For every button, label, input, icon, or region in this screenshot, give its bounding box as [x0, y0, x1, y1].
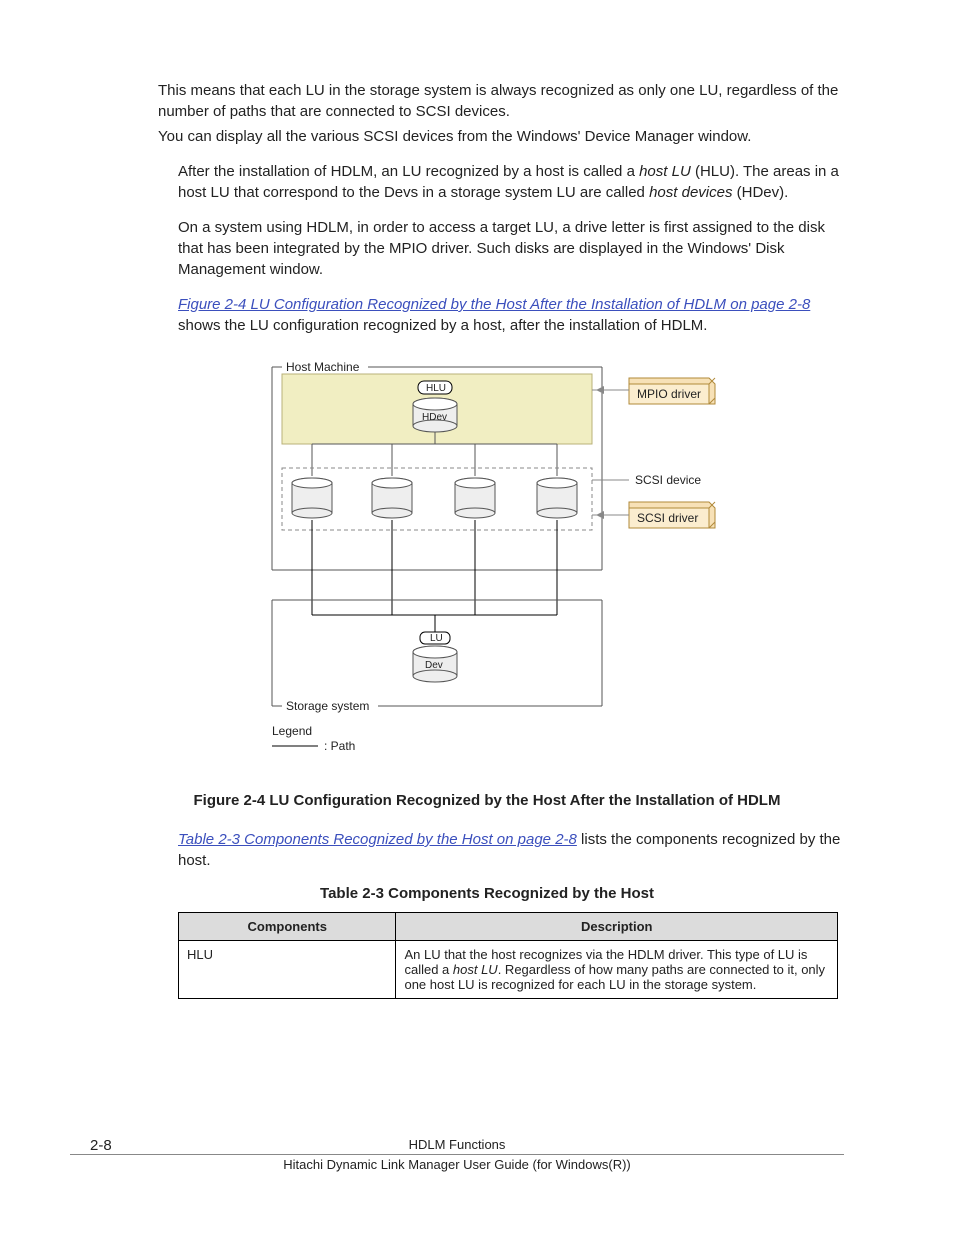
- text: shows the LU configuration recognized by…: [178, 317, 707, 334]
- scsi-driver-box: SCSI driver: [629, 502, 715, 528]
- footer-line-2: Hitachi Dynamic Link Manager User Guide …: [70, 1154, 844, 1172]
- para-hlu-hdev: After the installation of HDLM, an LU re…: [178, 161, 844, 203]
- text: (HDev).: [732, 184, 788, 201]
- legend-path: : Path: [324, 739, 355, 753]
- figure-2-4-caption: Figure 2-4 LU Configuration Recognized b…: [178, 790, 796, 811]
- host-machine-label: Host Machine: [286, 360, 360, 374]
- para-figure-ref: Figure 2-4 LU Configuration Recognized b…: [178, 294, 844, 336]
- lu-configuration-diagram: Host Machine HLU HDev: [252, 350, 722, 770]
- cell-hlu: HLU: [179, 941, 396, 999]
- table-row: HLU An LU that the host recognizes via t…: [179, 941, 838, 999]
- footer-line-1: HDLM Functions: [70, 1137, 844, 1152]
- host-lu-em: host LU: [639, 163, 691, 180]
- mpio-driver-box: MPIO driver: [629, 378, 715, 404]
- svg-text:HLU: HLU: [426, 383, 446, 394]
- page-footer: 2-8 HDLM Functions Hitachi Dynamic Link …: [0, 1137, 954, 1172]
- page-number: 2-8: [90, 1137, 112, 1154]
- table-2-3-caption: Table 2-3 Components Recognized by the H…: [130, 885, 844, 902]
- para-table-ref: Table 2-3 Components Recognized by the H…: [178, 829, 844, 871]
- svg-text:HDev: HDev: [422, 412, 447, 423]
- lu-icon: LU: [420, 632, 450, 644]
- host-devices-em: host devices: [649, 184, 732, 201]
- text: After the installation of HDLM, an LU re…: [178, 163, 639, 180]
- cell-hlu-desc: An LU that the host recognizes via the H…: [396, 941, 838, 999]
- dev-icon: Dev: [413, 646, 457, 682]
- hlu-icon: HLU: [418, 381, 452, 394]
- para-drive-letter: On a system using HDLM, in order to acce…: [178, 217, 844, 280]
- svg-text:MPIO driver: MPIO driver: [637, 387, 701, 401]
- hdev-icon: HDev: [413, 398, 457, 432]
- th-components: Components: [179, 913, 396, 941]
- scsi-device-label: SCSI device: [635, 473, 701, 487]
- para-scsi-display: You can display all the various SCSI dev…: [158, 126, 844, 147]
- storage-system-label: Storage system: [286, 699, 369, 713]
- components-table: Components Description HLU An LU that th…: [178, 912, 838, 999]
- th-description: Description: [396, 913, 838, 941]
- host-lu-em: host LU: [453, 962, 498, 977]
- scsi-device-icon: [292, 478, 577, 518]
- svg-text:Dev: Dev: [425, 660, 443, 671]
- svg-text:LU: LU: [430, 633, 443, 644]
- para-lu-means: This means that each LU in the storage s…: [158, 80, 844, 122]
- table-2-3-link[interactable]: Table 2-3 Components Recognized by the H…: [178, 831, 577, 848]
- legend-title: Legend: [272, 724, 312, 738]
- figure-2-4-link[interactable]: Figure 2-4 LU Configuration Recognized b…: [178, 296, 810, 313]
- svg-text:SCSI driver: SCSI driver: [637, 511, 698, 525]
